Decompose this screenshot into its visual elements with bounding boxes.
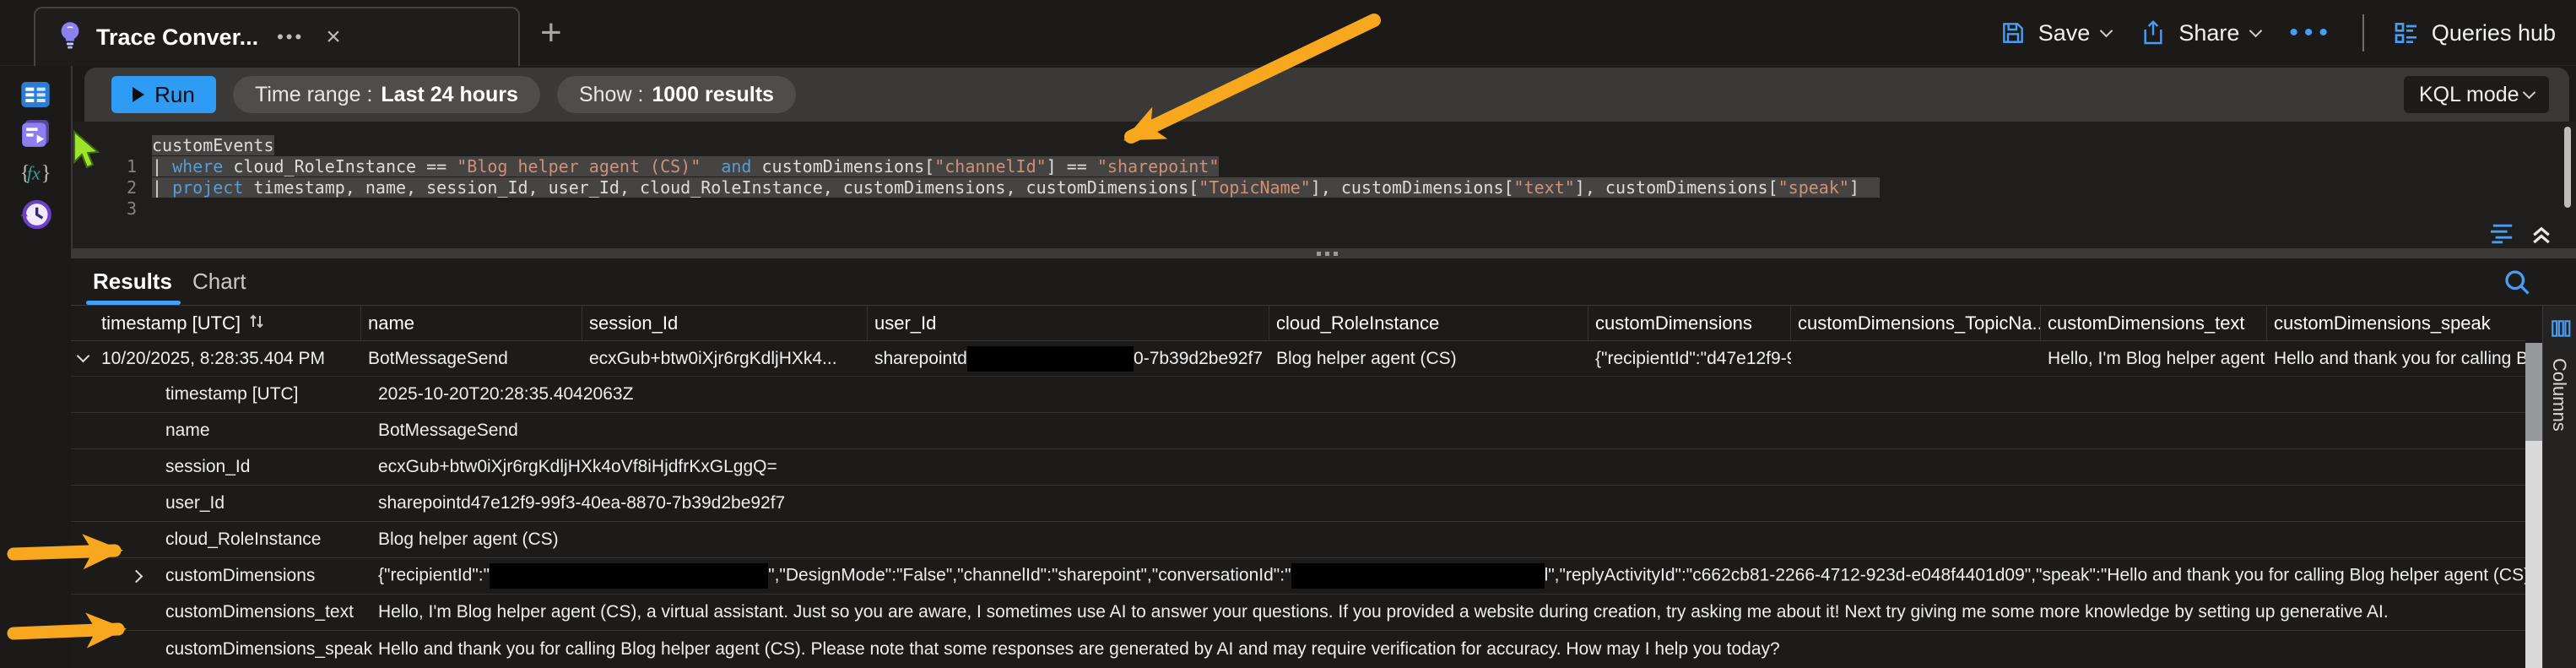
cell-customdimensions-text[interactable]: Hello, I'm Blog helper agent (...	[2041, 341, 2267, 376]
sort-icon[interactable]	[247, 311, 266, 336]
redaction-box	[1291, 563, 1545, 589]
cell-timestamp[interactable]: 10/20/2025, 8:28:35.404 PM	[95, 341, 361, 376]
detail-row-user-id[interactable]: user_Id sharepointd47e12f9-99f3-40ea-887…	[71, 486, 2525, 522]
lightbulb-icon	[57, 21, 83, 54]
detail-row-name[interactable]: name BotMessageSend	[71, 413, 2525, 449]
table-header-row: timestamp [UTC] name session_Id user_Id …	[71, 306, 2525, 341]
code-line-3[interactable]: 3 | project timestamp, name, session_Id,…	[73, 177, 2576, 198]
show-results-value: 1000 results	[652, 83, 774, 107]
new-tab-button[interactable]: +	[540, 12, 562, 54]
queries-hub-icon	[2393, 19, 2420, 46]
tables-icon[interactable]	[19, 78, 52, 111]
detail-row-customdimensions[interactable]: customDimensions {"recipientId":"","Desi…	[71, 558, 2525, 595]
header-cloud-roleinstance[interactable]: cloud_RoleInstance	[1269, 306, 1588, 340]
header-customdimensions-topicname[interactable]: customDimensions_TopicNa...	[1791, 306, 2041, 340]
save-icon	[2000, 19, 2027, 46]
feedback-lines-icon[interactable]	[2488, 222, 2517, 250]
cell-name[interactable]: BotMessageSend	[361, 341, 582, 376]
kql-mode-dropdown[interactable]: KQL mode	[2404, 76, 2549, 113]
tab-chart[interactable]: Chart	[192, 269, 246, 295]
cell-user-id[interactable]: sharepointd0-7b39d2be92f7	[868, 341, 1269, 376]
header-expander	[71, 306, 95, 340]
run-button[interactable]: Run	[111, 76, 216, 113]
chevron-right-icon[interactable]	[130, 569, 143, 583]
tab-results[interactable]: Results	[93, 269, 172, 295]
cell-customdimensions-topicname[interactable]	[1791, 341, 2041, 376]
functions-icon[interactable]: {fx}	[19, 155, 52, 189]
splitter-grip-icon[interactable]	[1317, 252, 1338, 256]
editor-actions	[2488, 221, 2554, 251]
tab-title: Trace Conver...	[96, 24, 258, 51]
share-chevron-icon[interactable]	[2249, 24, 2263, 37]
query-tab[interactable]: Trace Conver... ••• ×	[34, 7, 520, 66]
results-pane: Results Chart timestamp [UTC] name sessi…	[71, 258, 2576, 668]
row-expander	[71, 341, 95, 376]
app-root: Trace Conver... ••• × + Save Share •••	[0, 0, 2576, 668]
columns-panel-label[interactable]: Columns	[2548, 358, 2570, 432]
columns-icon[interactable]	[2550, 318, 2572, 344]
kql-editor[interactable]: 1 customEvents 2 | where cloud_RoleInsta…	[73, 122, 2576, 248]
svg-text:}: }	[41, 161, 51, 184]
header-name[interactable]: name	[361, 306, 582, 340]
kql-mode-chevron-icon	[2523, 85, 2536, 99]
header-customdimensions-text[interactable]: customDimensions_text	[2041, 306, 2267, 340]
columns-side-panel: Columns	[2542, 306, 2576, 668]
tab-close-icon[interactable]: ×	[326, 23, 341, 52]
results-scrollbar[interactable]	[2525, 343, 2542, 668]
topbar-divider	[2362, 14, 2364, 52]
tab-more-button[interactable]: •••	[277, 26, 304, 48]
top-bar: Trace Conver... ••• × + Save Share •••	[0, 0, 2576, 66]
scrollbar-thumb[interactable]	[2525, 343, 2542, 441]
editor-scrollbar[interactable]	[2564, 127, 2571, 208]
code-line-2[interactable]: 2 | where cloud_RoleInstance == "Blog he…	[73, 156, 2576, 177]
detail-row-session-id[interactable]: session_Id ecxGub+btw0iXjr6rgKdljHXk4oVf…	[71, 449, 2525, 486]
results-tabs: Results Chart	[71, 258, 2576, 306]
show-results-picker[interactable]: Show : 1000 results	[557, 76, 796, 113]
detail-row-timestamp[interactable]: timestamp [UTC] 2025-10-20T20:28:35.4042…	[71, 377, 2525, 413]
save-button[interactable]: Save	[2000, 19, 2112, 46]
topbar-actions: Save Share ••• Queries hub	[2000, 0, 2556, 66]
table-row[interactable]: 10/20/2025, 8:28:35.404 PM BotMessageSen…	[71, 341, 2525, 377]
query-history-icon[interactable]	[19, 198, 52, 231]
share-button[interactable]: Share	[2140, 19, 2260, 46]
cell-session-id[interactable]: ecxGub+btw0iXjr6rgKdljHXk4...	[582, 341, 868, 376]
cell-customdimensions-speak[interactable]: Hello and thank you for calling Blog hel…	[2267, 341, 2525, 376]
time-range-value: Last 24 hours	[381, 83, 518, 107]
svg-text:fx: fx	[27, 163, 41, 183]
pane-splitter[interactable]	[71, 248, 2576, 258]
header-session-id[interactable]: session_Id	[582, 306, 868, 340]
header-customdimensions[interactable]: customDimensions	[1588, 306, 1791, 340]
code-line-1[interactable]: 1 customEvents	[73, 135, 2576, 156]
save-chevron-icon[interactable]	[2100, 24, 2113, 37]
chevron-down-icon[interactable]	[76, 350, 89, 363]
queries-hub-button[interactable]: Queries hub	[2393, 19, 2556, 46]
active-tab-indicator	[86, 301, 181, 305]
example-queries-icon[interactable]	[19, 117, 52, 150]
collapse-editor-icon[interactable]	[2529, 221, 2554, 251]
query-toolbar: Run Time range : Last 24 hours Show : 10…	[84, 68, 2569, 122]
more-actions-button[interactable]: •••	[2289, 19, 2334, 47]
left-rail: {fx}	[0, 66, 71, 668]
time-range-picker[interactable]: Time range : Last 24 hours	[233, 76, 540, 113]
cell-cloud-roleinstance[interactable]: Blog helper agent (CS)	[1269, 341, 1588, 376]
cell-customdimensions[interactable]: {"recipientId":"d47e12f9-99f3-...	[1588, 341, 1791, 376]
header-timestamp[interactable]: timestamp [UTC]	[95, 306, 361, 340]
detail-row-cloud-roleinstance[interactable]: cloud_RoleInstance Blog helper agent (CS…	[71, 522, 2525, 558]
redaction-box	[490, 563, 768, 589]
line-number: 3	[73, 198, 137, 220]
search-icon[interactable]	[2502, 267, 2532, 301]
header-user-id[interactable]: user_Id	[868, 306, 1269, 340]
redaction-box	[967, 346, 1134, 372]
run-play-icon	[133, 87, 144, 102]
detail-row-customdimensions-text[interactable]: customDimensions_text Hello, I'm Blog he…	[71, 595, 2525, 631]
header-customdimensions-speak[interactable]: customDimensions_speak	[2267, 306, 2525, 340]
detail-row-customdimensions-speak[interactable]: customDimensions_speak Hello and thank y…	[71, 631, 2525, 667]
share-icon	[2140, 19, 2167, 46]
